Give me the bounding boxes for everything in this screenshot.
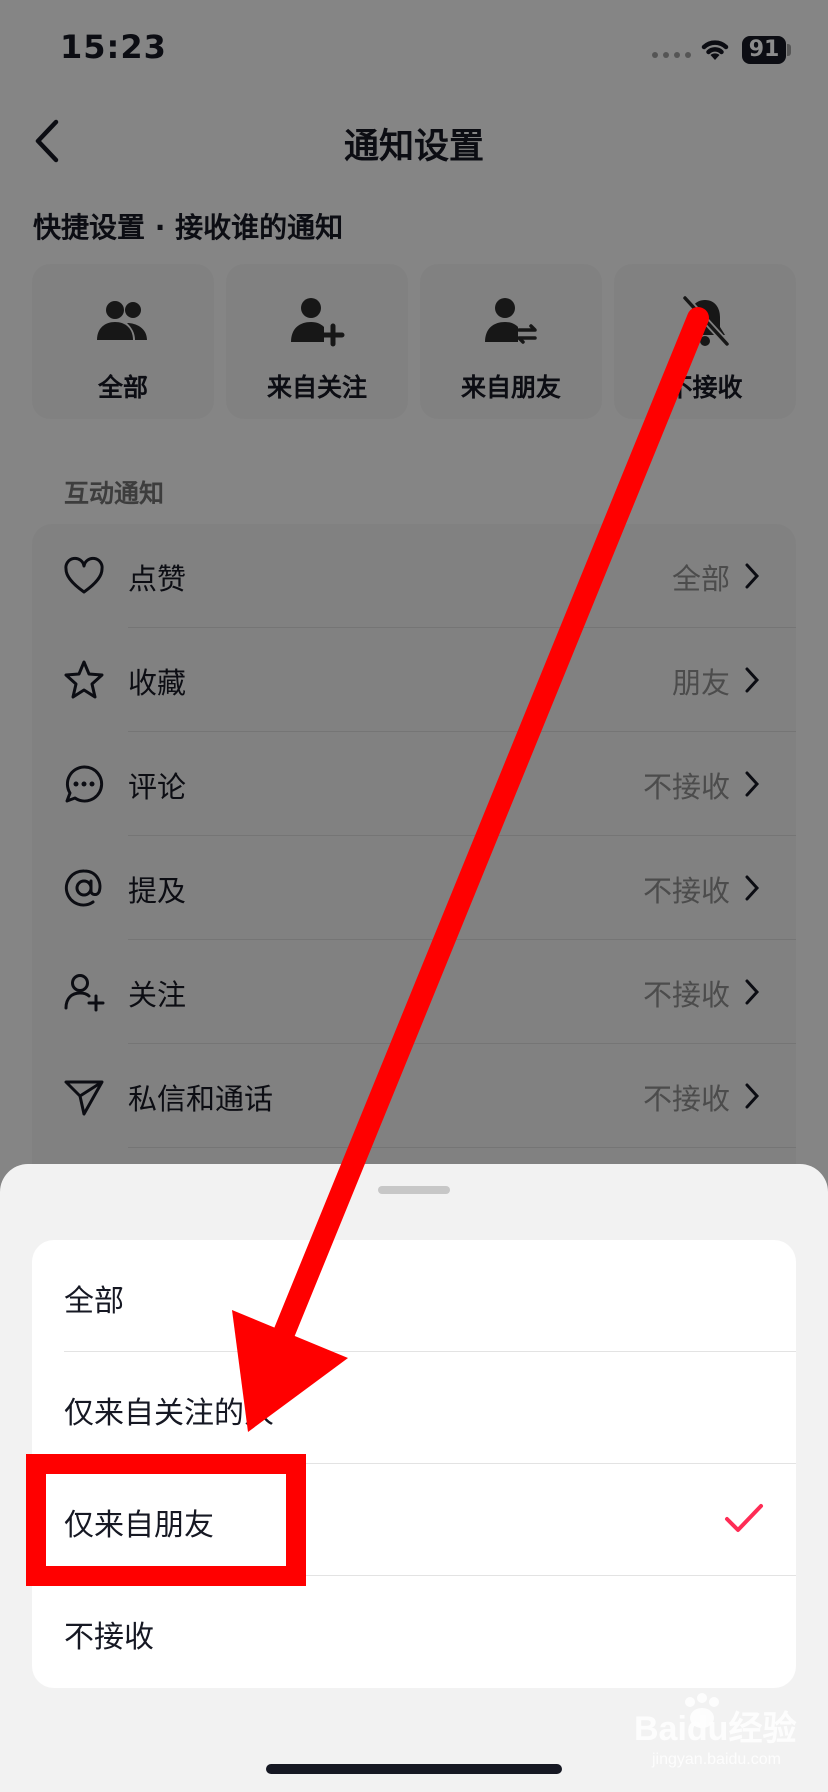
svg-text:jingyan.baidu.com: jingyan.baidu.com [651, 1751, 781, 1768]
annotation-highlight-box [26, 1454, 306, 1586]
svg-text:Baidu经验: Baidu经验 [634, 1709, 796, 1748]
baidu-jingyan-watermark: Baidu经验 jingyan.baidu.com [634, 1693, 796, 1768]
